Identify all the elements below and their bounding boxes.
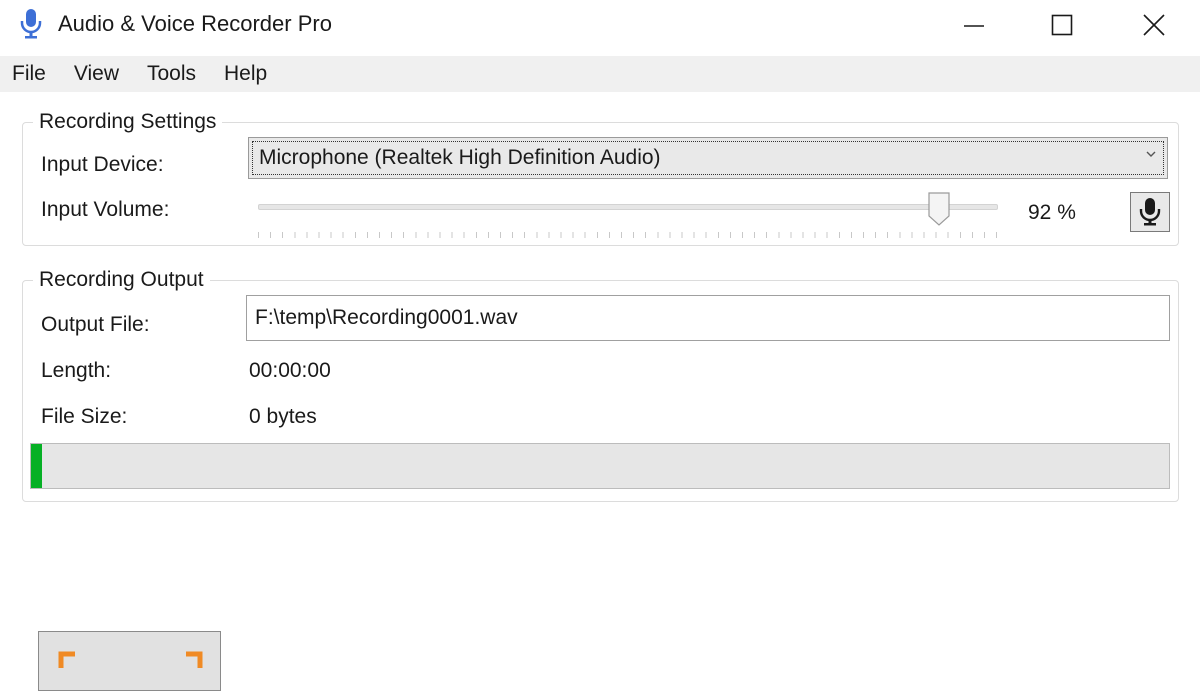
input-volume-slider-thumb[interactable]: [928, 192, 950, 226]
input-volume-percent: 92 %: [1028, 201, 1076, 224]
chevron-down-icon: [1145, 147, 1157, 163]
recording-level-meter: [30, 443, 1170, 489]
input-device-value: Microphone (Realtek High Definition Audi…: [259, 146, 661, 169]
input-volume-slider-ticks: [258, 232, 998, 238]
maximize-icon: [1051, 14, 1073, 36]
record-button[interactable]: [38, 631, 221, 691]
input-volume-slider-track[interactable]: [258, 204, 998, 210]
length-label: Length:: [41, 359, 112, 382]
file-size-label: File Size:: [41, 405, 128, 428]
input-device-label: Input Device:: [41, 153, 164, 176]
close-button[interactable]: [1108, 0, 1200, 50]
record-corner-icon: [58, 651, 203, 668]
menu-help[interactable]: Help: [210, 56, 281, 92]
recording-output-title: Recording Output: [33, 268, 210, 292]
output-file-label: Output File:: [41, 313, 150, 336]
microphone-icon: [1139, 198, 1161, 226]
minimize-button[interactable]: [928, 0, 1020, 50]
title-bar: Audio & Voice Recorder Pro: [0, 0, 1200, 52]
output-file-field[interactable]: [246, 295, 1170, 341]
window-title: Audio & Voice Recorder Pro: [58, 11, 332, 36]
maximize-button[interactable]: [1016, 0, 1108, 50]
file-size-value: 0 bytes: [249, 405, 317, 428]
input-device-select[interactable]: Microphone (Realtek High Definition Audi…: [248, 137, 1168, 179]
length-value: 00:00:00: [249, 359, 331, 382]
menu-file[interactable]: File: [0, 56, 60, 92]
menu-view[interactable]: View: [60, 56, 133, 92]
microphone-icon: [20, 9, 42, 39]
recording-settings-title: Recording Settings: [33, 110, 223, 134]
menu-bar: File View Tools Help: [0, 56, 1200, 92]
output-file-input[interactable]: [247, 296, 1169, 340]
menu-tools[interactable]: Tools: [133, 56, 210, 92]
microphone-button[interactable]: [1130, 192, 1170, 232]
minimize-icon: [964, 25, 984, 27]
close-icon: [1143, 14, 1165, 36]
input-volume-label: Input Volume:: [41, 198, 170, 221]
level-meter-fill: [31, 444, 43, 488]
